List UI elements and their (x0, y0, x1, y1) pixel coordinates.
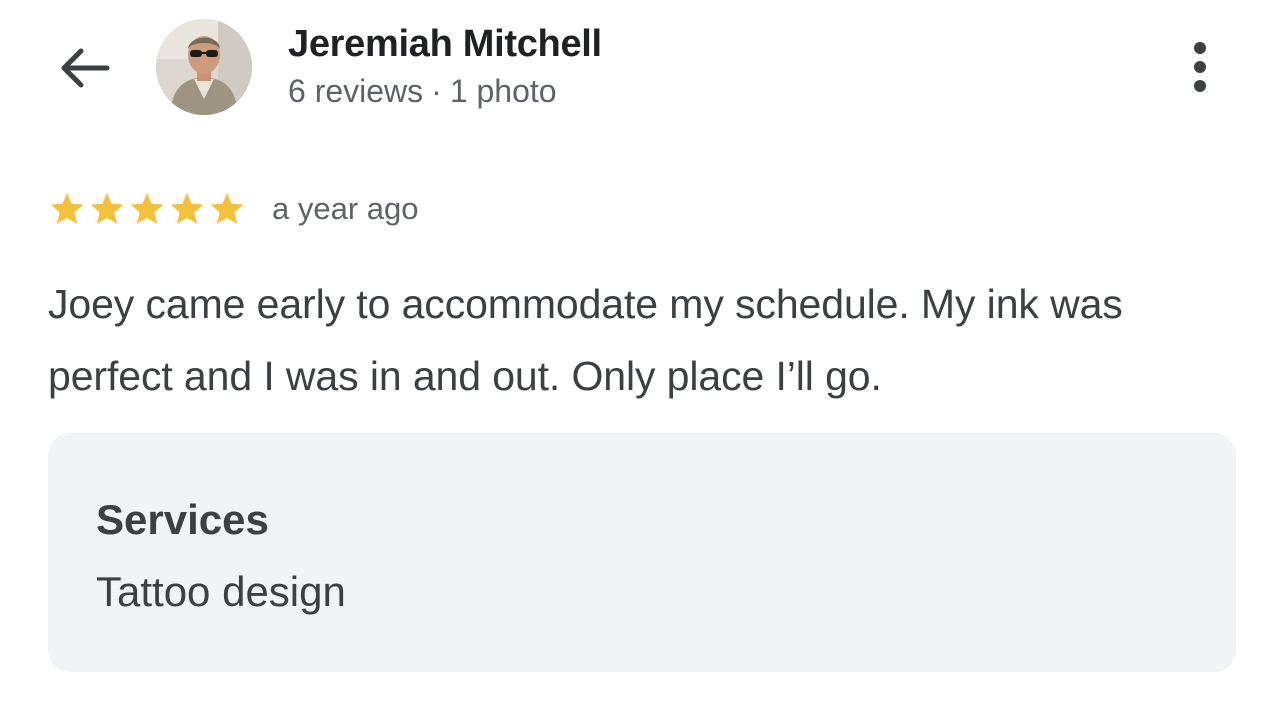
reviews-count: 6 reviews (288, 73, 424, 109)
photos-count: 1 photo (449, 73, 557, 109)
reviewer-meta: 6 reviews · 1 photo (288, 70, 557, 112)
services-title: Services (96, 496, 269, 543)
rating-row: a year ago (48, 186, 419, 232)
arrow-left-icon (61, 48, 110, 88)
star-icon (50, 192, 84, 224)
services-card: Services Tattoo design (48, 433, 1236, 672)
services-value: Tattoo design (96, 568, 346, 615)
star-icon (210, 192, 244, 224)
back-button[interactable] (48, 36, 120, 100)
more-vert-icon (1194, 42, 1206, 92)
star-icon (170, 192, 204, 224)
review-time: a year ago (272, 191, 419, 226)
meta-separator: · (431, 73, 442, 109)
star-icon (90, 192, 124, 224)
review-text: Joey came early to accommodate my schedu… (48, 281, 1123, 399)
avatar[interactable] (156, 19, 252, 115)
more-options-button[interactable] (1176, 34, 1224, 100)
reviewer-name[interactable]: Jeremiah Mitchell (288, 20, 602, 68)
reviewer-photo (156, 19, 252, 115)
star-icon (130, 192, 164, 224)
star-rating (48, 190, 248, 228)
